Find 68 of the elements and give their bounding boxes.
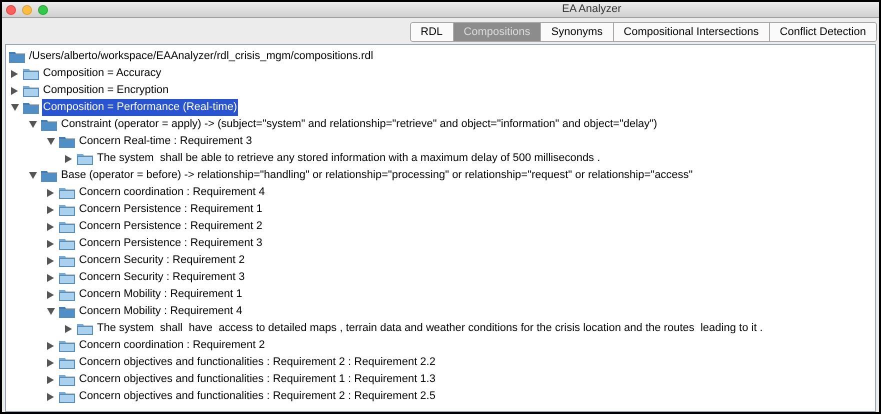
expand-arrow-icon[interactable] (47, 256, 54, 264)
folder-icon (77, 152, 93, 164)
folder-icon (59, 186, 75, 198)
tree-item[interactable]: The system shall have access to detailed maps , terrain data and weather conditions for the crisis location and the routes leading to it . (96, 320, 764, 337)
tree-item[interactable]: Concern coordination : Requirement 4 (78, 184, 266, 201)
window-title: EA Analyzer (562, 2, 622, 18)
tab[interactable]: Conflict Detection (768, 23, 876, 41)
tree-item[interactable]: Composition = Accuracy (42, 65, 162, 82)
folder-icon (41, 118, 57, 130)
tab[interactable]: Compositional Intersections (612, 23, 769, 41)
expand-arrow-icon[interactable] (11, 70, 18, 78)
collapse-arrow-icon[interactable] (47, 138, 55, 145)
collapse-arrow-icon[interactable] (29, 121, 37, 128)
tree-item[interactable]: Concern Mobility : Requirement 1 (78, 286, 244, 303)
folder-icon (59, 136, 75, 148)
tree-item[interactable]: Composition = Encryption (42, 82, 170, 99)
collapse-arrow-icon[interactable] (29, 172, 37, 179)
expand-arrow-icon[interactable] (47, 290, 54, 298)
expand-arrow-icon[interactable] (47, 274, 54, 282)
folder-icon (59, 220, 75, 232)
expand-arrow-icon[interactable] (47, 342, 54, 350)
tree-item[interactable]: Concern objectives and functionalities : Requirement 2 : Requirement 2.5 (78, 388, 436, 405)
tree-item[interactable]: Concern coordination : Requirement 2 (78, 337, 266, 354)
folder-icon (59, 374, 75, 386)
tree-item[interactable]: Concern Persistence : Requirement 3 (78, 235, 264, 252)
folder-icon (59, 306, 75, 318)
tree-item[interactable]: /Users/alberto/workspace/EAAnalyzer/rdl_crisis_mgm/compositions.rdl (29, 48, 374, 65)
tree-item[interactable]: Concern Security : Requirement 3 (78, 269, 246, 286)
tree-item[interactable]: Concern Real-time : Requirement 3 (78, 133, 254, 150)
folder-icon (77, 322, 93, 334)
tab[interactable]: Synonyms (540, 23, 613, 41)
collapse-arrow-icon[interactable] (47, 308, 55, 315)
folder-icon (9, 50, 25, 62)
tree-item[interactable]: Constraint (operator = apply) -> (subject="system" and relationship="retrieve" and object="information" and object="delay") (60, 116, 658, 133)
folder-icon (41, 170, 57, 182)
expand-arrow-icon[interactable] (47, 376, 54, 384)
tree-item[interactable]: Composition = Performance (Real-time) (42, 99, 238, 116)
expand-arrow-icon[interactable] (65, 324, 72, 332)
folder-icon (59, 340, 75, 352)
folder-icon (59, 356, 75, 368)
folder-icon (59, 272, 75, 284)
expand-arrow-icon[interactable] (47, 222, 54, 230)
expand-arrow-icon[interactable] (47, 358, 54, 366)
folder-icon (59, 254, 75, 266)
tree-item[interactable]: Concern Security : Requirement 2 (78, 252, 246, 269)
folder-icon (59, 390, 75, 402)
tree-item[interactable]: Concern Mobility : Requirement 4 (78, 303, 244, 320)
expand-arrow-icon[interactable] (47, 392, 54, 400)
folder-icon (23, 68, 39, 80)
tree-item[interactable]: The system shall be able to retrieve any stored information with a maximum delay of 500 milliseconds . (96, 150, 602, 167)
expand-arrow-icon[interactable] (47, 188, 54, 196)
tree-item[interactable]: Concern objectives and functionalities : Requirement 2 : Requirement 2.2 (78, 354, 436, 371)
expand-arrow-icon[interactable] (11, 86, 18, 94)
tree-item[interactable]: Base (operator = before) -> relationship="handling" or relationship="processing" or relationship="request" or relationship="access" (60, 167, 694, 184)
folder-icon (59, 204, 75, 216)
tree-item[interactable]: Concern Persistence : Requirement 2 (78, 218, 264, 235)
expand-arrow-icon[interactable] (47, 240, 54, 248)
expand-arrow-icon[interactable] (47, 206, 54, 214)
expand-arrow-icon[interactable] (65, 154, 72, 162)
folder-icon (59, 288, 75, 300)
folder-icon (23, 84, 39, 96)
tree-item[interactable]: Concern Persistence : Requirement 1 (78, 201, 264, 218)
tab[interactable]: RDL (410, 23, 453, 41)
folder-icon (23, 102, 39, 114)
folder-icon (59, 238, 75, 250)
tree-item[interactable]: Concern objectives and functionalities : Requirement 1 : Requirement 1.3 (78, 371, 436, 388)
collapse-arrow-icon[interactable] (11, 104, 19, 111)
close-button[interactable] (6, 4, 16, 14)
